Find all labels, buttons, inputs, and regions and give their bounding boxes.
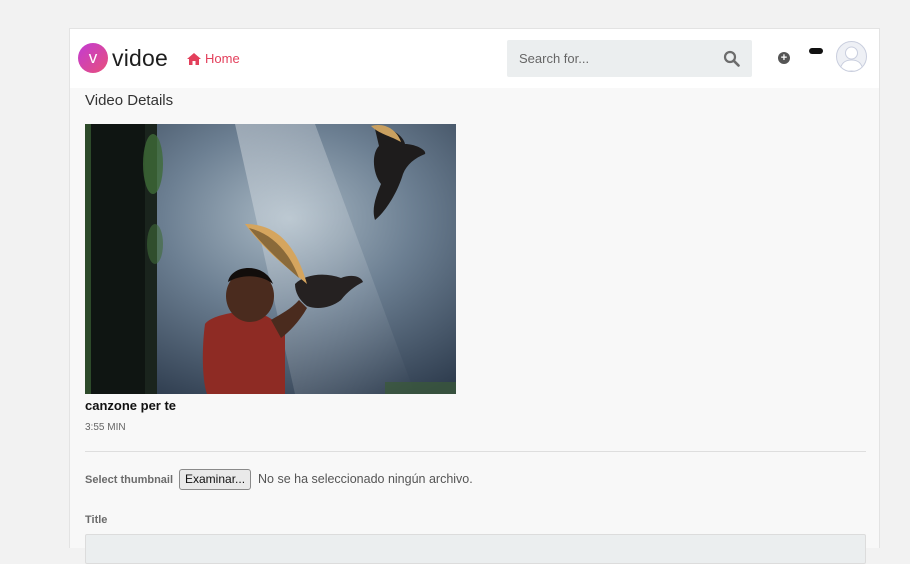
video-thumbnail[interactable] <box>85 124 456 394</box>
search-box <box>507 40 752 77</box>
home-link-label: Home <box>205 51 240 66</box>
browse-file-button[interactable]: Examinar... <box>179 469 252 490</box>
title-input[interactable] <box>85 534 866 564</box>
main-panel: v vidoe Home + Video Details <box>69 28 880 564</box>
search-input[interactable] <box>507 40 707 77</box>
video-thumbnail-image <box>85 124 456 394</box>
brand-logo-icon[interactable]: v <box>78 43 108 73</box>
home-link[interactable]: Home <box>187 51 240 67</box>
user-avatar[interactable] <box>836 41 867 72</box>
video-duration: 3:55 MIN <box>85 422 126 433</box>
video-title[interactable]: canzone per te <box>85 398 176 413</box>
select-thumbnail-label: Select thumbnail <box>85 474 174 486</box>
file-status-text: No se ha seleccionado ningún archivo. <box>258 472 473 486</box>
plus-circle-icon[interactable]: + <box>778 52 790 64</box>
section-divider <box>85 451 866 452</box>
top-navbar: v vidoe Home + <box>70 29 879 88</box>
title-label: Title <box>85 514 108 526</box>
brand-name[interactable]: vidoe <box>112 43 168 73</box>
notification-badge[interactable] <box>809 48 823 54</box>
home-icon <box>187 53 201 65</box>
page-title: Video Details <box>85 92 174 109</box>
user-silhouette-icon <box>839 46 864 71</box>
search-icon[interactable] <box>723 50 740 67</box>
